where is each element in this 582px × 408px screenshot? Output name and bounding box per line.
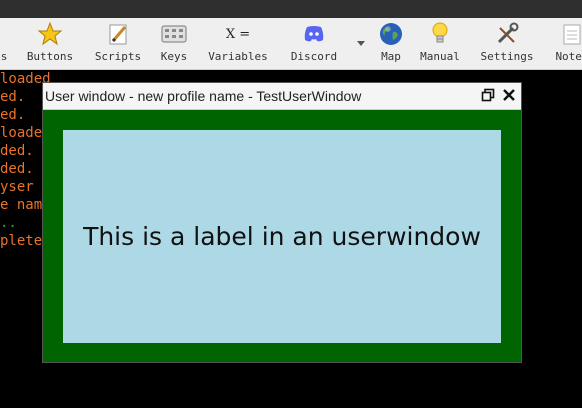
main-toolbar: s Buttons Scripts Keys X = Variables Dis… [0, 18, 582, 70]
toolbar-variables[interactable]: X = Variables [204, 18, 272, 70]
toolbar-label: Variables [208, 50, 268, 63]
undock-button[interactable] [479, 87, 497, 105]
toolbar-map[interactable]: Map [374, 18, 408, 70]
console-line: ed. [0, 107, 26, 123]
script-pencil-icon [105, 18, 131, 50]
discord-icon [303, 18, 325, 50]
userwindow-label-box: This is a label in an userwindow [63, 130, 501, 343]
variable-equals-icon: X = [225, 26, 251, 42]
toolbar-buttons[interactable]: Buttons [22, 18, 78, 70]
console-line: yser [0, 179, 34, 195]
globe-icon [379, 18, 403, 50]
user-window[interactable]: User window - new profile name - TestUse… [42, 82, 522, 363]
toolbar-label: Settings [480, 50, 534, 63]
toolbar-label: Scripts [94, 50, 142, 63]
close-button[interactable] [500, 87, 518, 105]
console-line: loade [0, 125, 43, 141]
console-line: e nam [0, 197, 43, 213]
toolbar-label: Manual [420, 50, 460, 63]
toolbar-settings[interactable]: Settings [476, 18, 538, 70]
toolbar-discord[interactable]: Discord [286, 18, 342, 70]
console-line: ded. [0, 143, 34, 159]
console-line: .. [0, 215, 17, 231]
wrench-screwdriver-icon [494, 18, 520, 50]
window-title-strip [0, 0, 582, 18]
notepad-icon [561, 18, 582, 50]
star-icon [37, 18, 63, 50]
keyboard-icon [161, 18, 187, 50]
toolbar-partial-item[interactable]: s [0, 18, 14, 70]
userwindow-label-text: This is a label in an userwindow [83, 222, 481, 251]
user-window-title: User window - new profile name - TestUse… [45, 88, 362, 104]
toolbar-manual[interactable]: Manual [414, 18, 466, 70]
console-line: ded. [0, 161, 34, 177]
toolbar-dropdown[interactable] [354, 18, 368, 70]
user-window-titlebar[interactable]: User window - new profile name - TestUse… [43, 83, 521, 110]
toolbar-label: Keys [160, 50, 188, 63]
toolbar-notepad[interactable]: Notep [550, 18, 582, 70]
toolbar-label: s [0, 50, 8, 63]
console-line: plete [0, 233, 43, 249]
toolbar-label: Map [381, 50, 401, 63]
toolbar-scripts[interactable]: Scripts [90, 18, 146, 70]
dropdown-arrow-icon [356, 18, 366, 70]
toolbar-keys[interactable]: Keys [154, 18, 194, 70]
toolbar-label: Discord [290, 50, 338, 63]
toolbar-label: Buttons [26, 50, 74, 63]
undock-icon [481, 87, 495, 106]
lightbulb-icon [431, 18, 449, 50]
toolbar-label: Notep [555, 50, 582, 63]
console-line: ed. [0, 89, 26, 105]
close-icon [502, 87, 516, 106]
